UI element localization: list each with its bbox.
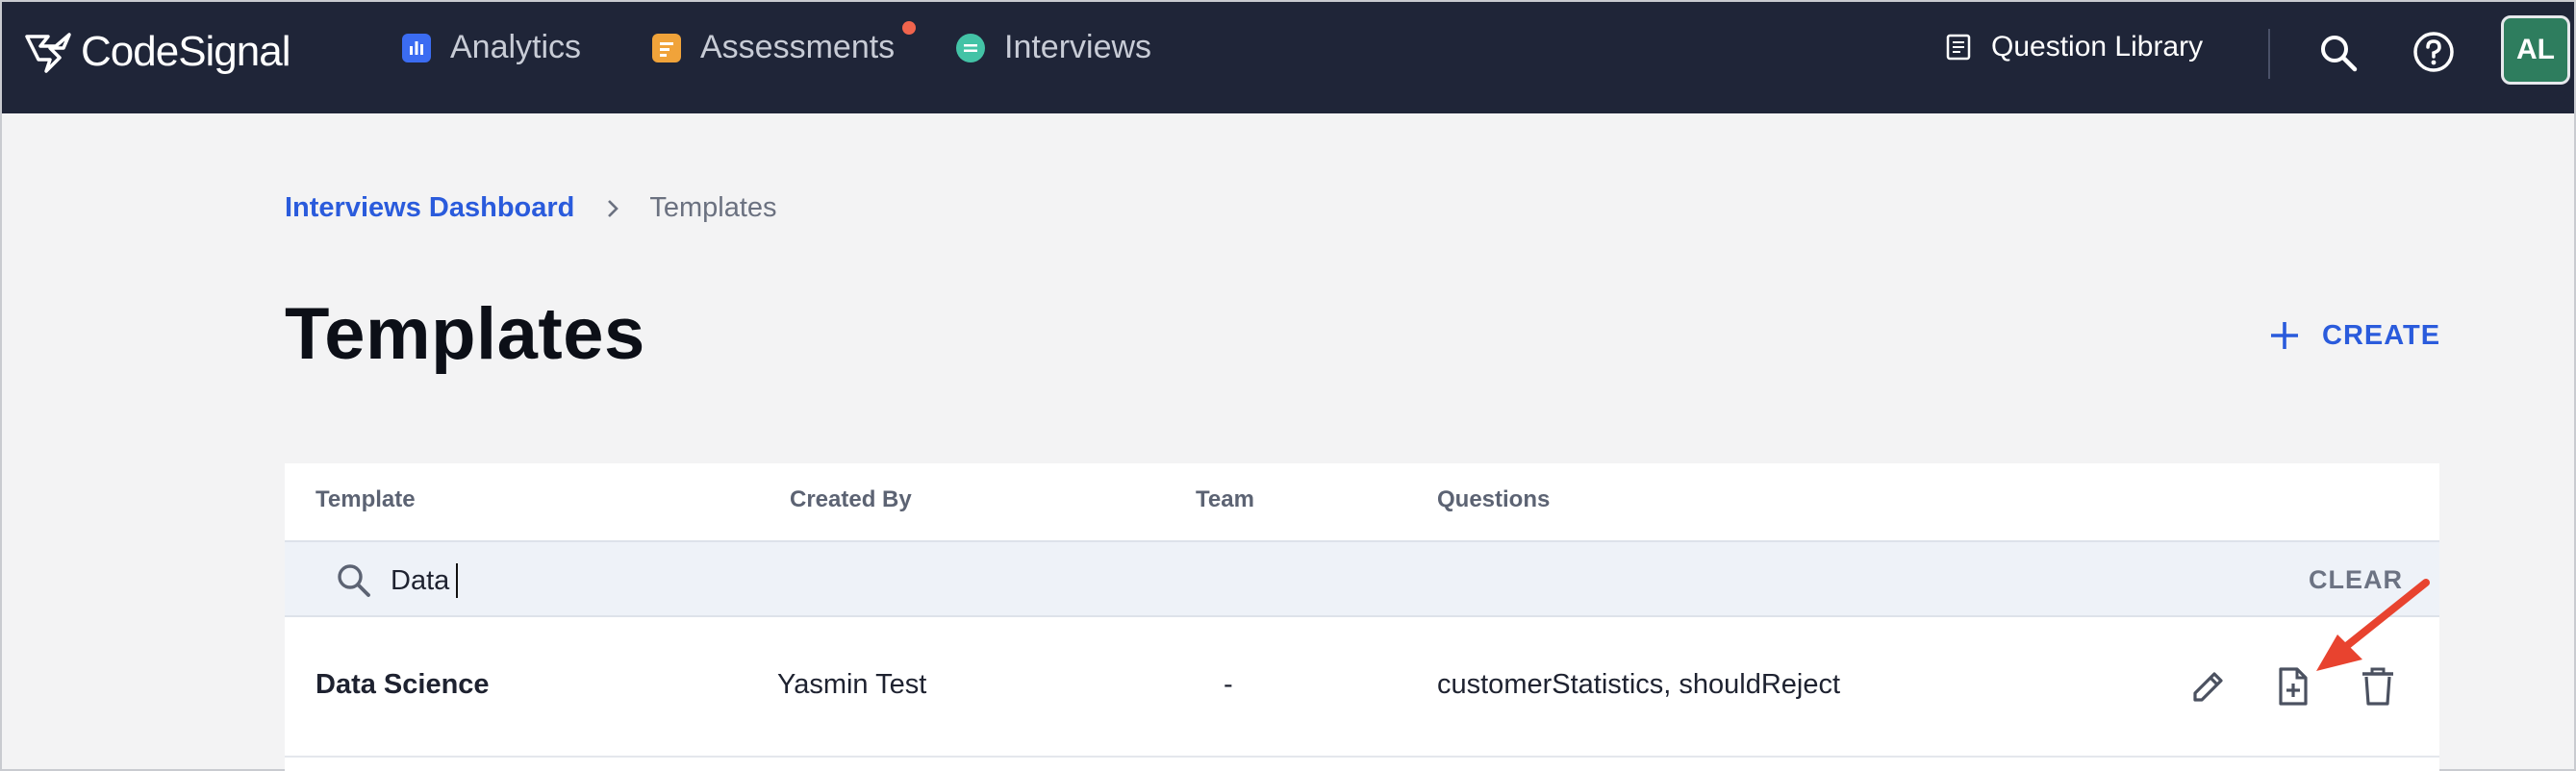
column-header-template[interactable]: Template bbox=[316, 486, 416, 513]
interviews-icon bbox=[956, 33, 985, 62]
analytics-icon bbox=[402, 33, 431, 62]
search-icon bbox=[338, 564, 370, 597]
column-header-team[interactable]: Team bbox=[1196, 486, 1254, 513]
assessments-icon bbox=[652, 33, 681, 62]
user-avatar[interactable]: AL bbox=[2501, 15, 2570, 85]
breadcrumb-interviews-dashboard[interactable]: Interviews Dashboard bbox=[285, 192, 574, 224]
brand-name: CodeSignal bbox=[81, 28, 290, 75]
team: - bbox=[1224, 669, 1233, 700]
codesignal-logo-icon bbox=[25, 33, 71, 73]
template-search-input[interactable] bbox=[391, 560, 968, 602]
help-icon[interactable] bbox=[2411, 29, 2457, 75]
nav-interviews[interactable]: Interviews bbox=[956, 29, 1151, 66]
chevron-right-icon bbox=[608, 199, 619, 217]
table-filter-row: CLEAR bbox=[285, 540, 2439, 617]
nav-analytics-label: Analytics bbox=[450, 29, 582, 65]
table-header: Template Created By Team Questions bbox=[285, 463, 2439, 540]
text-cursor bbox=[456, 563, 458, 598]
question-library-label: Question Library bbox=[1991, 31, 2204, 62]
top-navbar: CodeSignal Analytics Assessments Intervi… bbox=[2, 2, 2574, 113]
table-row[interactable]: Data Science Yasmin Test - customerStati… bbox=[285, 619, 2439, 758]
duplicate-icon[interactable] bbox=[2270, 663, 2316, 709]
nav-analytics[interactable]: Analytics bbox=[402, 29, 581, 66]
column-header-created-by[interactable]: Created By bbox=[790, 486, 912, 513]
book-icon bbox=[1946, 34, 1971, 61]
annotation-arrow-icon bbox=[2316, 579, 2430, 671]
breadcrumb-current: Templates bbox=[649, 192, 777, 223]
create-button-label: CREATE bbox=[2322, 319, 2441, 351]
nav-assessments[interactable]: Assessments bbox=[652, 29, 895, 66]
page-title: Templates bbox=[285, 293, 645, 375]
create-button[interactable]: CREATE bbox=[2268, 319, 2440, 352]
templates-table: Template Created By Team Questions CLEAR… bbox=[285, 463, 2439, 771]
breadcrumb: Interviews Dashboard Templates bbox=[285, 192, 777, 224]
questions: customerStatistics, shouldReject bbox=[1437, 669, 1841, 700]
nav-interviews-label: Interviews bbox=[1004, 29, 1152, 65]
nav-assessments-label: Assessments bbox=[700, 29, 896, 65]
template-name[interactable]: Data Science bbox=[316, 669, 490, 701]
notification-dot bbox=[902, 21, 916, 35]
search-icon[interactable] bbox=[2316, 31, 2361, 75]
edit-icon[interactable] bbox=[2185, 663, 2232, 709]
brand-logo[interactable]: CodeSignal bbox=[21, 25, 290, 79]
column-header-questions[interactable]: Questions bbox=[1437, 486, 1550, 513]
question-library-link[interactable]: Question Library bbox=[1945, 31, 2203, 63]
nav-divider bbox=[2268, 29, 2270, 79]
created-by: Yasmin Test bbox=[777, 669, 927, 700]
plus-icon bbox=[2271, 322, 2298, 349]
